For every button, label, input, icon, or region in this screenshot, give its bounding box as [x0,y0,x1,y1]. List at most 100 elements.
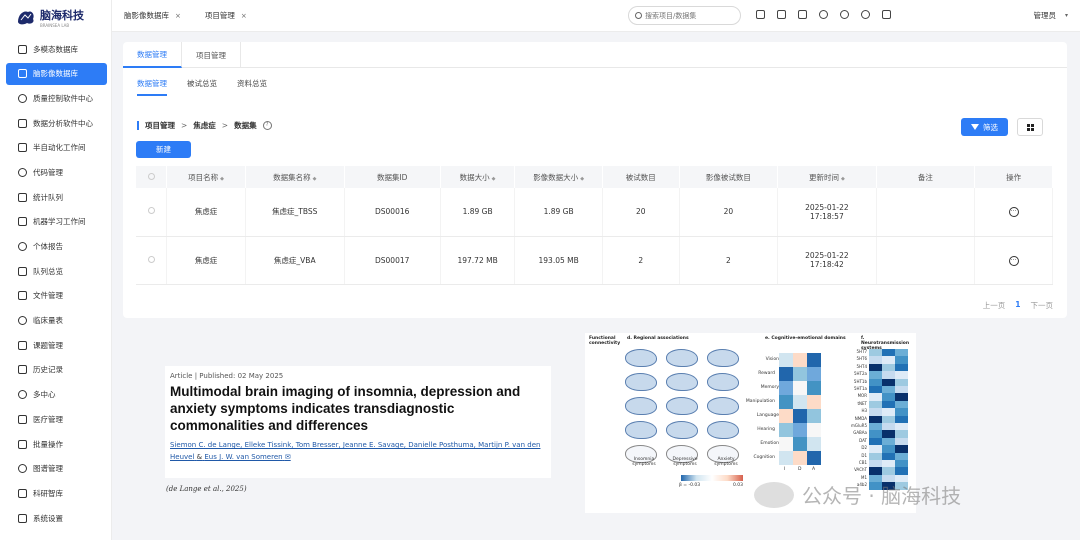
tab-data-management[interactable]: 数据管理 [123,42,182,68]
next-page-button[interactable]: 下一页 [1031,300,1054,311]
sidebar-item[interactable]: 多中心 [6,384,107,406]
database-icon[interactable] [819,10,828,19]
row-checkbox[interactable] [147,255,155,263]
column-header[interactable]: 数据集名称 ◆ [245,166,345,188]
sidebar-item[interactable]: 医疗管理 [6,408,107,430]
column-header[interactable]: 影像数据大小 ◆ [514,166,603,188]
terminal-icon[interactable] [777,10,786,19]
sort-icon[interactable]: ◆ [220,176,224,182]
sort-icon[interactable]: ◆ [313,176,317,182]
filter-button[interactable]: 筛选 [961,118,1008,136]
prev-page-button[interactable]: 上一页 [983,300,1006,311]
column-header: 备注 [876,166,976,188]
tab-brain-database[interactable]: 脑影像数据库 × [112,0,193,32]
close-icon[interactable]: × [241,12,247,20]
sidebar-item[interactable]: 系统设置 [6,507,107,529]
domain-label: Hearing [757,427,775,432]
table-row[interactable]: 焦虑症 焦虑症_VBA DS00017 197.72 MB 193.05 MB 2 2 202… [136,236,1053,285]
heatmap-cell [895,408,908,416]
article-authors[interactable]: Siemon C. de Lange, Elleke Tissink, Tom … [170,439,546,463]
sidebar-item[interactable]: 队列总览 [6,260,107,282]
cell-text: 焦虑症 [194,207,218,217]
search-input[interactable] [645,11,735,20]
document-icon[interactable] [756,10,765,19]
email-icon[interactable]: ✉ [285,453,291,461]
sort-icon[interactable]: ◆ [841,176,845,182]
more-options-icon[interactable]: ··· [1008,255,1019,266]
sidebar-item[interactable]: 代码管理 [6,161,107,183]
subtab-materials-overview[interactable]: 资料总览 [237,78,267,96]
tab-project-management[interactable]: 项目管理 [182,42,241,68]
chevron-down-icon[interactable]: ▾ [1065,12,1068,19]
sidebar-item-label: 半自动化工作间 [33,143,86,153]
subtab-data-management[interactable]: 数据管理 [137,78,167,96]
bell-icon[interactable] [840,10,849,19]
dataset-table: 项目名称 ◆ 数据集名称 ◆ 数据集ID 数据大小 ◆ 影像数据大小 ◆ 被试数目 影像被试数目 更新… [136,166,1053,285]
more-options-icon[interactable]: ··· [1008,207,1019,218]
search-box[interactable] [628,6,741,25]
authors-line[interactable]: Eus J. W. van Someren [204,453,282,461]
column-header-label: 影像被试数目 [705,172,751,182]
row-checkbox[interactable] [147,207,155,215]
cell-text: DS00017 [375,255,410,265]
sidebar-item[interactable]: 机器学习工作间 [6,211,107,233]
cell-dataset: 焦虑症_VBA [245,236,345,285]
tab-project-management[interactable]: 项目管理 × [193,0,259,32]
authors-line[interactable]: Siemon C. de Lange, Elleke Tissink, Tom … [170,441,540,449]
sort-icon[interactable]: ◆ [492,176,496,182]
heatmap-cell [869,445,882,453]
domain-label: Reward [758,371,775,376]
message-icon[interactable] [882,10,891,19]
sidebar-item[interactable]: 数据分析软件中心 [6,112,107,134]
sidebar-item[interactable]: 统计队列 [6,186,107,208]
current-page[interactable]: 1 [1015,300,1020,311]
app-logo[interactable]: 脑海科技 BRAINSEA LAB [0,0,111,34]
heatmap-cell [882,430,895,438]
heatmap-cell [895,349,908,357]
sidebar-item[interactable]: 半自动化工作间 [6,137,107,159]
sort-icon[interactable]: ◆ [580,176,584,182]
close-icon[interactable]: × [175,12,181,20]
help-icon[interactable]: ? [262,121,272,130]
brain-map-icon [666,373,698,391]
sidebar-item[interactable]: 历史记录 [6,359,107,381]
heatmap-cell [895,363,908,372]
sidebar-item[interactable]: 文件管理 [6,285,107,307]
sidebar-item[interactable]: 科研智库 [6,482,107,504]
sidebar-item-label: 医疗管理 [33,414,63,424]
column-header-label: 更新时间 [808,172,839,182]
watermark: 公众号 · 脑海科技 [754,480,961,509]
windows-icon[interactable] [798,10,807,19]
cell-id: DS00016 [344,188,441,237]
user-name[interactable]: 管理员 [1034,10,1057,21]
sidebar-item[interactable]: 多模态数据库 [6,38,107,60]
subtab-subjects-overview[interactable]: 被试总览 [187,78,217,96]
column-header[interactable]: 数据大小 ◆ [440,166,516,188]
brain-logo-icon [18,11,34,25]
sidebar-item[interactable]: 批量操作 [6,433,107,455]
heatmap-cell [882,437,895,446]
breadcrumb-item[interactable]: 项目管理 [145,120,175,131]
column-header[interactable]: 项目名称 ◆ [166,166,246,188]
grid-view-button[interactable] [1017,118,1043,136]
sidebar-item[interactable]: 课题管理 [6,334,107,356]
table-row[interactable]: 焦虑症 焦虑症_TBSS DS00016 1.89 GB 1.89 GB 20 20 2025… [136,188,1053,237]
heatmap-cell [895,356,908,364]
breadcrumb-item[interactable]: 焦虑症 [193,120,216,131]
sidebar-item-label: 多中心 [33,390,56,400]
cell-updated: 2025-01-22 17:18:42 [777,236,877,285]
sidebar-item[interactable]: 临床量表 [6,310,107,332]
sidebar-item[interactable]: 个体报告 [6,236,107,258]
sidebar-item[interactable]: 质量控制软件中心 [6,87,107,109]
authors-line[interactable]: Heuvel [170,453,194,461]
sidebar-item[interactable]: 脑影像数据库 [6,62,107,85]
new-button[interactable]: 新建 [136,141,191,158]
settings-icon[interactable] [861,10,870,19]
column-header[interactable]: 更新时间 ◆ [777,166,877,188]
select-all-checkbox[interactable] [147,172,155,180]
heatmap-cell [895,452,908,460]
list-icon [18,266,27,276]
cell-subjects: 2 [602,236,680,285]
sidebar-item[interactable]: 图谱管理 [6,458,107,480]
heatmap-cell [869,430,882,438]
